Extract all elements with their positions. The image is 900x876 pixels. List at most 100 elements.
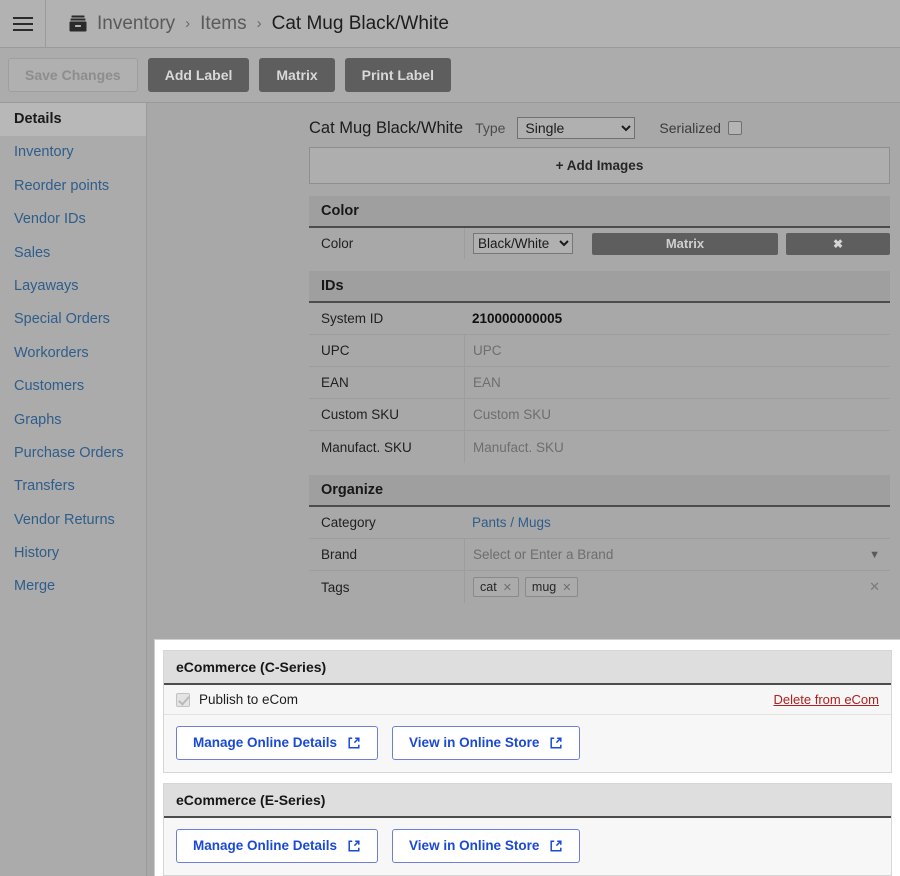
- sidebar-item-merge[interactable]: Merge: [0, 570, 146, 603]
- row-label-ean: EAN: [321, 375, 349, 390]
- color-matrix-button[interactable]: Matrix: [592, 232, 778, 255]
- sidebar-item-workorders[interactable]: Workorders: [0, 337, 146, 370]
- breadcrumb-item-inventory[interactable]: Inventory: [97, 13, 175, 35]
- chevron-down-icon[interactable]: ▼: [869, 549, 890, 561]
- external-link-icon: [549, 839, 563, 853]
- sidebar-item-sales[interactable]: Sales: [0, 237, 146, 270]
- sidebar-item-vendor-returns[interactable]: Vendor Returns: [0, 504, 146, 537]
- ecommerce-e-series-buttons: Manage Online Details View in Online Sto…: [164, 818, 891, 875]
- breadcrumb-separator: ›: [256, 15, 262, 32]
- item-header-row: Cat Mug Black/White Type Single Serializ…: [147, 103, 900, 147]
- sidebar-item-reorder-points[interactable]: Reorder points: [0, 170, 146, 203]
- table-row: UPC UPC: [309, 335, 890, 367]
- sidebar: Details Inventory Reorder points Vendor …: [0, 103, 147, 876]
- system-id-value: 210000000005: [472, 311, 563, 326]
- table-row: EAN EAN: [309, 367, 890, 399]
- save-changes-button[interactable]: Save Changes: [8, 58, 138, 92]
- custom-sku-input[interactable]: Custom SKU: [464, 399, 890, 430]
- publish-to-ecom-checkbox[interactable]: [176, 692, 190, 707]
- sidebar-item-inventory[interactable]: Inventory: [0, 136, 146, 169]
- manage-online-details-button-c[interactable]: Manage Online Details: [176, 726, 379, 760]
- table-row: System ID 210000000005: [309, 303, 890, 335]
- archive-box-icon: [68, 14, 88, 34]
- breadcrumb-separator: ›: [185, 15, 191, 32]
- row-label-category: Category: [321, 515, 376, 530]
- sidebar-item-details[interactable]: Details: [0, 103, 146, 137]
- matrix-button[interactable]: Matrix: [259, 58, 335, 92]
- organize-section: Organize Category Pants / Mugs Brand Sel…: [309, 475, 890, 603]
- color-section: Color Color Black/White Matrix ✖: [309, 196, 890, 259]
- tags-input[interactable]: cat ✕ mug ✕ ✕: [464, 571, 890, 603]
- table-row: Custom SKU Custom SKU: [309, 399, 890, 431]
- table-row: Manufact. SKU Manufact. SKU: [309, 431, 890, 463]
- external-link-icon: [549, 736, 563, 750]
- brand-placeholder: Select or Enter a Brand: [473, 547, 614, 562]
- type-label: Type: [475, 120, 506, 136]
- view-in-online-store-label: View in Online Store: [409, 735, 540, 751]
- view-in-online-store-button-e[interactable]: View in Online Store: [392, 829, 581, 863]
- color-select[interactable]: Black/White: [473, 233, 573, 254]
- sidebar-item-special-orders[interactable]: Special Orders: [0, 303, 146, 336]
- table-row: Tags cat ✕ mug ✕ ✕: [309, 571, 890, 603]
- main-content: Cat Mug Black/White Type Single Serializ…: [147, 103, 900, 876]
- color-row-label: Color: [321, 236, 354, 251]
- tag-chip[interactable]: cat ✕: [473, 577, 519, 597]
- manage-online-details-button-e[interactable]: Manage Online Details: [176, 829, 379, 863]
- sidebar-item-transfers[interactable]: Transfers: [0, 470, 146, 503]
- add-images-button[interactable]: + Add Images: [309, 147, 890, 184]
- view-in-online-store-label: View in Online Store: [409, 838, 540, 854]
- ecommerce-c-series-heading: eCommerce (C-Series): [164, 651, 891, 685]
- upc-input[interactable]: UPC: [464, 335, 890, 366]
- row-label-manufact-sku: Manufact. SKU: [321, 439, 412, 455]
- breadcrumb-item-items[interactable]: Items: [200, 13, 246, 35]
- table-row: Brand Select or Enter a Brand ▼: [309, 539, 890, 571]
- action-toolbar: Save Changes Add Label Matrix Print Labe…: [0, 48, 900, 103]
- ecommerce-c-series-buttons: Manage Online Details View in Online Sto…: [164, 715, 891, 772]
- manufact-sku-input[interactable]: Manufact. SKU: [464, 431, 890, 463]
- sidebar-item-customers[interactable]: Customers: [0, 370, 146, 403]
- ecommerce-panel: eCommerce (C-Series) Publish to eCom Del…: [154, 639, 900, 876]
- sidebar-item-graphs[interactable]: Graphs: [0, 404, 146, 437]
- sidebar-item-layaways[interactable]: Layaways: [0, 270, 146, 303]
- manage-online-details-label: Manage Online Details: [193, 838, 338, 854]
- color-section-heading: Color: [309, 196, 890, 228]
- serialized-checkbox[interactable]: [727, 121, 742, 135]
- brand-input[interactable]: Select or Enter a Brand ▼: [464, 539, 890, 570]
- category-link[interactable]: Pants / Mugs: [472, 515, 551, 530]
- remove-tag-icon[interactable]: ✕: [503, 581, 512, 594]
- page-body: Details Inventory Reorder points Vendor …: [0, 103, 900, 876]
- remove-tag-icon[interactable]: ✕: [562, 581, 571, 594]
- publish-to-ecom-label: Publish to eCom: [199, 692, 299, 707]
- row-label-system-id: System ID: [321, 311, 384, 326]
- add-label-button[interactable]: Add Label: [147, 58, 250, 92]
- sidebar-item-history[interactable]: History: [0, 537, 146, 570]
- tag-label: mug: [531, 580, 557, 594]
- ecommerce-e-series-heading: eCommerce (E-Series): [164, 784, 891, 818]
- sidebar-item-vendor-ids[interactable]: Vendor IDs: [0, 203, 146, 236]
- type-select[interactable]: Single: [517, 117, 636, 139]
- sidebar-item-purchase-orders[interactable]: Purchase Orders: [0, 437, 146, 470]
- tag-chip[interactable]: mug ✕: [524, 577, 579, 597]
- delete-from-ecom-link[interactable]: Delete from eCom: [774, 692, 879, 707]
- hamburger-icon: [12, 16, 33, 31]
- color-row: Color Black/White Matrix ✖: [309, 228, 890, 259]
- view-in-online-store-button-c[interactable]: View in Online Store: [392, 726, 581, 760]
- publish-to-ecom-row: Publish to eCom Delete from eCom: [164, 685, 891, 715]
- external-link-icon: [347, 736, 361, 750]
- external-link-icon: [347, 839, 361, 853]
- serialized-field: Serialized: [659, 120, 742, 136]
- clear-tags-icon[interactable]: ✕: [869, 579, 890, 595]
- category-value-cell: Pants / Mugs: [464, 507, 890, 538]
- menu-button[interactable]: [0, 0, 46, 48]
- ecommerce-e-series-card: eCommerce (E-Series) Manage Online Detai…: [163, 783, 892, 876]
- serialized-label: Serialized: [659, 120, 721, 136]
- color-remove-button[interactable]: ✖: [786, 232, 890, 255]
- ids-section-heading: IDs: [309, 271, 890, 303]
- print-label-button[interactable]: Print Label: [344, 58, 451, 92]
- ean-input[interactable]: EAN: [464, 367, 890, 398]
- organize-section-heading: Organize: [309, 475, 890, 507]
- manage-online-details-label: Manage Online Details: [193, 735, 338, 751]
- breadcrumb-item-current: Cat Mug Black/White: [271, 12, 450, 34]
- color-value-cell: Black/White: [464, 228, 586, 259]
- row-label-custom-sku: Custom SKU: [321, 407, 400, 422]
